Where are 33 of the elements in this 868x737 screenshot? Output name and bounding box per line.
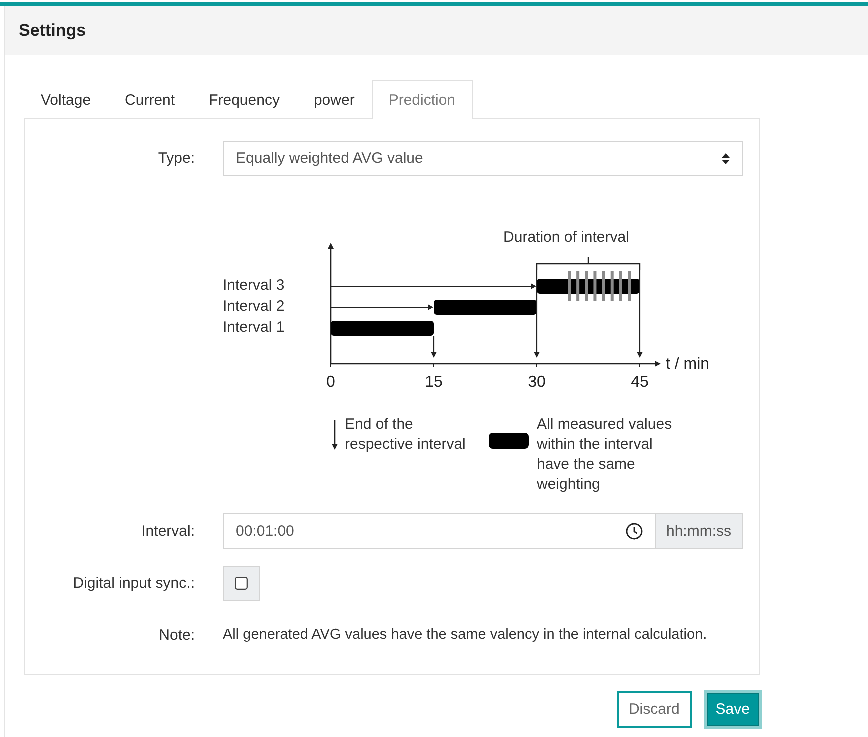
- tab[interactable]: Prediction: [372, 80, 473, 119]
- type-select[interactable]: Equally weighted AVG value: [223, 141, 743, 176]
- axis-label: t / min: [666, 356, 710, 373]
- tick-label: 45: [631, 374, 649, 391]
- down-arrow: [431, 336, 437, 358]
- up-down-caret-icon: [722, 152, 730, 164]
- tab[interactable]: Frequency: [192, 80, 297, 119]
- save-button[interactable]: Save: [704, 690, 762, 729]
- note-text: All generated AVG values have the same valency in the internal calculation.: [223, 626, 708, 645]
- diagram-title: Duration of interval: [504, 229, 630, 246]
- tick-label: 0: [326, 374, 336, 391]
- interval-label: Interval 2: [223, 298, 285, 315]
- tab[interactable]: Current: [108, 80, 192, 119]
- legend-text: End of the respective interval: [345, 415, 467, 455]
- legend-text: All measured values within the interval have the same weighting: [537, 415, 674, 495]
- interval-label: Interval 3: [223, 277, 285, 294]
- tab[interactable]: power: [296, 80, 372, 119]
- clock-icon: [626, 522, 643, 540]
- tick-label: 30: [528, 374, 546, 391]
- down-arrow-icon: [331, 420, 339, 450]
- unit-addon: hh:mm:ss: [656, 513, 743, 549]
- checkbox[interactable]: [235, 577, 248, 590]
- tab[interactable]: Voltage: [24, 80, 108, 119]
- tick-label: 15: [425, 374, 443, 391]
- field-label: Type:: [157, 150, 195, 167]
- bar-swatch-icon: [489, 433, 529, 449]
- page-title: Settings: [19, 20, 86, 40]
- field-label: Interval:: [140, 522, 195, 540]
- field-label: Digital input sync.:: [72, 575, 195, 592]
- interval-field[interactable]: 00:01:00: [223, 513, 656, 549]
- discard-button[interactable]: Discard: [616, 691, 692, 728]
- interval-label: Interval 1: [223, 319, 285, 336]
- field-label: Note:: [158, 626, 195, 644]
